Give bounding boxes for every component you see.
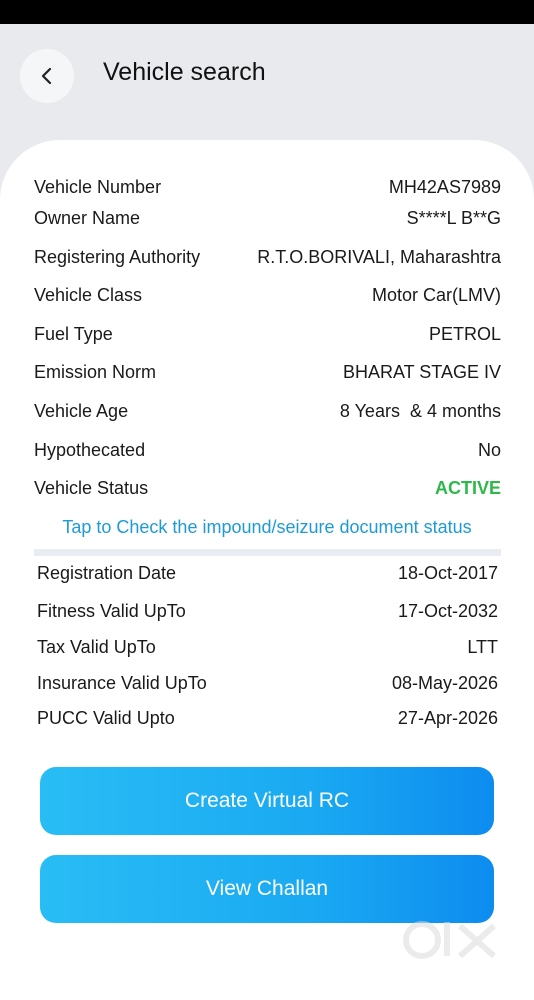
label-insurance-valid: Insurance Valid UpTo (37, 672, 207, 693)
row-emission-norm: Emission Norm BHARAT STAGE IV (34, 358, 501, 386)
row-registration-date: Registration Date 18-Oct-2017 (37, 559, 498, 587)
label-vehicle-class: Vehicle Class (34, 284, 143, 305)
row-vehicle-status: Vehicle Status ACTIVE (34, 474, 501, 502)
page-title: Vehicle search (103, 58, 266, 86)
value-registration-date: 18-Oct-2017 (397, 562, 498, 583)
row-fuel-type: Fuel Type PETROL (34, 320, 501, 348)
label-fuel-type: Fuel Type (34, 323, 113, 344)
row-vehicle-number: Vehicle Number MH42AS7989 (34, 173, 501, 201)
row-tax-valid: Tax Valid UpTo LTT (37, 633, 498, 661)
value-owner-name: S****L B**G (406, 207, 501, 228)
impound-status-link[interactable]: Tap to Check the impound/seizure documen… (0, 517, 534, 538)
row-fitness-valid: Fitness Valid UpTo 17-Oct-2032 (37, 597, 498, 625)
create-virtual-rc-button[interactable]: Create Virtual RC (40, 767, 494, 835)
olx-watermark-logo (403, 921, 496, 959)
row-insurance-valid: Insurance Valid UpTo 08-May-2026 (37, 669, 498, 697)
label-emission-norm: Emission Norm (34, 361, 157, 382)
label-tax-valid: Tax Valid UpTo (37, 636, 156, 657)
label-owner-name: Owner Name (34, 207, 141, 228)
label-vehicle-status: Vehicle Status (34, 477, 149, 498)
value-registering-authority: R.T.O.BORIVALI, Maharashtra (257, 246, 501, 267)
row-owner-name: Owner Name S****L B**G (34, 204, 501, 232)
label-registration-date: Registration Date (37, 562, 177, 583)
value-tax-valid: LTT (467, 636, 498, 657)
back-button[interactable] (20, 49, 74, 103)
value-vehicle-number: MH42AS7989 (388, 176, 501, 197)
row-vehicle-age: Vehicle Age 8 Years & 4 months (34, 397, 501, 425)
value-insurance-valid: 08-May-2026 (391, 672, 498, 693)
label-vehicle-age: Vehicle Age (34, 400, 129, 421)
row-hypothecated: Hypothecated No (34, 436, 501, 464)
value-vehicle-age: 8 Years & 4 months (339, 400, 501, 421)
label-pucc-valid: PUCC Valid Upto (37, 707, 175, 728)
row-registering-authority: Registering Authority R.T.O.BORIVALI, Ma… (34, 243, 501, 271)
value-fuel-type: PETROL (428, 323, 501, 344)
header: Vehicle search (0, 24, 534, 154)
chevron-left-icon (41, 67, 52, 85)
value-vehicle-class: Motor Car(LMV) (371, 284, 501, 305)
value-pucc-valid: 27-Apr-2026 (397, 707, 498, 728)
label-hypothecated: Hypothecated (34, 439, 146, 460)
status-badge: ACTIVE (434, 477, 501, 498)
section-divider (34, 549, 501, 556)
label-registering-authority: Registering Authority (34, 246, 201, 267)
value-hypothecated: No (477, 439, 501, 460)
label-vehicle-number: Vehicle Number (34, 176, 162, 197)
value-emission-norm: BHARAT STAGE IV (342, 361, 501, 382)
status-bar (0, 0, 534, 24)
label-fitness-valid: Fitness Valid UpTo (37, 600, 186, 621)
row-vehicle-class: Vehicle Class Motor Car(LMV) (34, 281, 501, 309)
view-challan-button[interactable]: View Challan (40, 855, 494, 923)
value-fitness-valid: 17-Oct-2032 (397, 600, 498, 621)
row-pucc-valid: PUCC Valid Upto 27-Apr-2026 (37, 704, 498, 732)
